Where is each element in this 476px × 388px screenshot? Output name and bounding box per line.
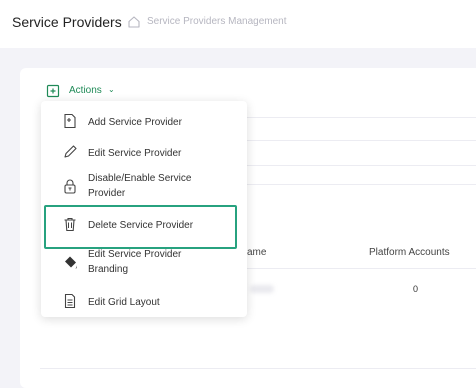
menu-item-label: Edit Service Provider [88, 148, 182, 159]
menu-item-label: Edit Service Provider [88, 249, 182, 260]
top-bar: Service Providers Service Providers Mana… [0, 0, 476, 48]
page-title: Service Providers [12, 14, 122, 30]
menu-item-edit-grid-layout[interactable]: Edit Grid Layout [41, 287, 247, 315]
add-document-icon [64, 113, 76, 129]
paint-bucket-icon [65, 256, 77, 269]
home-icon[interactable] [127, 15, 141, 29]
pencil-icon [64, 145, 77, 158]
divider [246, 117, 476, 118]
menu-item-label: Disable/Enable Service [88, 173, 192, 184]
actions-add-icon[interactable] [46, 84, 60, 98]
divider [246, 184, 476, 185]
divider [246, 165, 476, 166]
menu-item-label-line2: Branding [88, 264, 129, 275]
column-header-name[interactable]: ame [247, 247, 266, 258]
actions-dropdown-button[interactable]: Actions [69, 85, 102, 96]
breadcrumb[interactable]: Service Providers Management [147, 16, 287, 27]
blurred-cell [250, 285, 274, 293]
menu-item-label: Edit Grid Layout [88, 297, 160, 308]
menu-item-label-line2: Provider [88, 188, 126, 199]
menu-item-disable-enable-service-provider[interactable]: Disable/Enable Service Provider [41, 168, 247, 206]
chevron-down-icon[interactable]: ⌄ [108, 85, 115, 94]
menu-item-edit-service-provider-branding[interactable]: Edit Service Provider Branding [41, 244, 247, 280]
menu-item-label: Add Service Provider [88, 117, 182, 128]
highlight-box [44, 205, 237, 249]
column-header-platform-accounts[interactable]: Platform Accounts [369, 247, 450, 258]
table-header-divider [246, 268, 476, 269]
grid-layout-icon [64, 293, 76, 309]
divider [246, 140, 476, 141]
menu-item-add-service-provider[interactable]: Add Service Provider [41, 107, 247, 135]
table-bottom-divider [40, 368, 476, 369]
menu-item-edit-service-provider[interactable]: Edit Service Provider [41, 138, 247, 166]
lock-toggle-icon [64, 179, 76, 194]
cell-platform-accounts: 0 [413, 284, 419, 294]
